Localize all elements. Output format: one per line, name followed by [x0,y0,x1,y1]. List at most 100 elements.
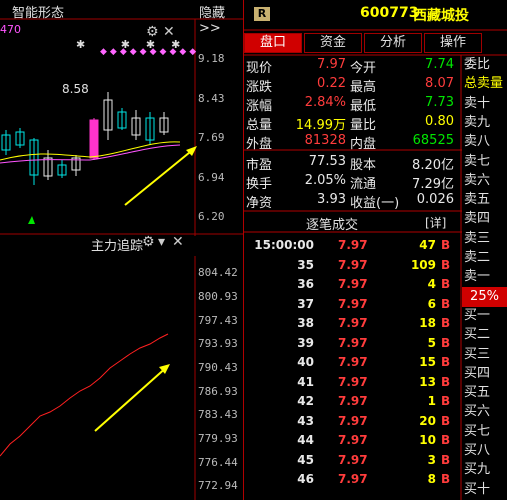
trade-side: B [441,394,451,408]
y-tick: 783.43 [198,408,238,421]
price-marker: 8.58 [62,82,89,96]
y-tick: 793.93 [198,337,238,350]
trade-time: 38 [297,316,314,330]
trade-row: 37 7.97 6 B [246,297,458,316]
trade-row: 36 7.97 4 B [246,277,458,296]
trade-time: 44 [297,433,314,447]
tab-bar: 盘口 资金 分析 操作 [244,33,482,53]
trade-row: 42 7.97 1 B [246,394,458,413]
trade-price: 7.97 [338,335,368,350]
trade-row: 41 7.97 13 B [246,375,458,394]
trade-side: B [441,277,451,291]
y-tick: 790.43 [198,361,238,374]
trade-price: 7.97 [338,394,368,408]
trade-price: 7.97 [338,257,368,272]
order-book-label: 25% [462,286,507,307]
y-tick: 772.94 [198,479,238,492]
trade-volume: 8 [427,472,436,486]
trade-row: 45 7.97 3 B [246,453,458,472]
y-tick: 6.20 [198,210,225,223]
order-book-label: 总卖量 [464,76,504,92]
quote-row: 涨跌 0.22 最高 8.07 [246,76,454,95]
trades-detail-link[interactable]: [详] [425,214,446,231]
fundamental-row: 换手 2.05% 流通 7.29亿 [246,173,454,192]
y-tick: 7.69 [198,131,225,144]
trade-row: 15:00:00 7.97 47 B [246,238,458,257]
trade-time: 36 [297,277,314,291]
stock-name: 西藏城投 [413,8,469,24]
trade-side: B [441,452,451,467]
y-tick: 8.43 [198,92,225,105]
quote-row: 总量 14.99万 量比 0.80 [246,114,454,133]
trade-volume: 3 [427,452,436,467]
order-book-label: 买五 [464,385,491,401]
trade-time: 45 [297,452,314,467]
order-book-label: 买一 [464,307,491,323]
candle [89,119,99,159]
trade-side: B [441,433,451,447]
trade-side: B [441,296,451,311]
order-book-label: 委比 [464,57,491,72]
trade-price: 7.97 [338,452,368,467]
order-book-label: 卖五 [464,192,491,208]
trade-side: B [441,472,451,486]
main-force-line [0,333,169,457]
trade-row: 39 7.97 5 B [246,336,458,355]
y-tick: 800.93 [198,290,238,303]
y-tick: 786.93 [198,385,238,398]
y-tick: 779.93 [198,432,238,445]
main-force-panel[interactable]: 主力追踪 ⚙ ▾ ✕ 804.42 800.93 797.43 793.93 7… [0,234,243,500]
trade-volume: 1 [427,394,436,408]
fundamental-row: 净资 3.93 收益(一) 0.026 [246,192,454,211]
trade-time: 39 [297,335,314,350]
quote-row: 现价 7.97 今开 7.74 [246,57,454,76]
trade-volume: 13 [419,374,436,389]
kline-chart-panel[interactable]: 智能形态 隐藏>> 470 8.58 ✱ ✱✱✱ ◆◆◆◆◆◆◆◆◆◆ ⚙ ✕ … [0,0,243,236]
y-tick: 804.42 [198,266,238,279]
trade-time: 35 [297,257,314,272]
tab-operation[interactable]: 操作 [424,33,482,53]
order-book-label: 卖十 [464,95,491,111]
trade-time: 15:00:00 [254,238,314,252]
quote-row: 外盘 81328 内盘 68525 [246,133,454,152]
trade-price: 7.97 [338,277,368,291]
trade-price: 7.97 [338,316,368,330]
trend-arrow [124,147,196,206]
gear-icon[interactable]: ⚙ [146,24,159,40]
close-icon[interactable]: ✕ [163,24,175,40]
trade-volume: 4 [427,277,436,291]
trade-time: 37 [297,296,314,311]
trade-time: 43 [297,413,314,428]
trade-row: 38 7.97 18 B [246,316,458,335]
trade-volume: 109 [410,257,436,272]
order-book-label: 卖六 [464,172,491,188]
trade-volume: 5 [427,335,436,350]
y-tick: 776.44 [198,456,238,469]
quote-row: 涨幅 2.84% 最低 7.73 [246,95,454,114]
tab-handicap[interactable]: 盘口 [244,33,302,53]
trade-volume: 18 [419,316,436,330]
order-book-label: 买六 [464,404,491,420]
trade-row: 40 7.97 15 B [246,355,458,374]
trade-row: 43 7.97 20 B [246,414,458,433]
trade-volume: 15 [419,355,436,369]
trade-time: 46 [297,472,314,486]
tab-analysis[interactable]: 分析 [364,33,422,53]
trade-time: 42 [297,394,314,408]
tab-funds[interactable]: 资金 [304,33,362,53]
trade-price: 7.97 [338,238,368,252]
dot-markers: ◆◆◆◆◆◆◆◆◆◆ [100,47,200,57]
trade-side: B [441,355,451,369]
order-book-label: 卖一 [464,269,491,285]
trade-time: 40 [297,355,314,369]
trade-price: 7.97 [338,472,368,486]
trade-side: B [441,413,451,428]
order-book-label: 卖九 [464,114,491,130]
order-book-label: 买九 [464,462,491,478]
order-book-label: 买七 [464,423,491,439]
order-book-label: 卖四 [464,211,491,227]
stock-code: 600773 [360,5,419,21]
trades-title: 逐笔成交 [306,218,359,233]
y-tick: 9.18 [198,52,225,65]
trade-price: 7.97 [338,413,368,428]
